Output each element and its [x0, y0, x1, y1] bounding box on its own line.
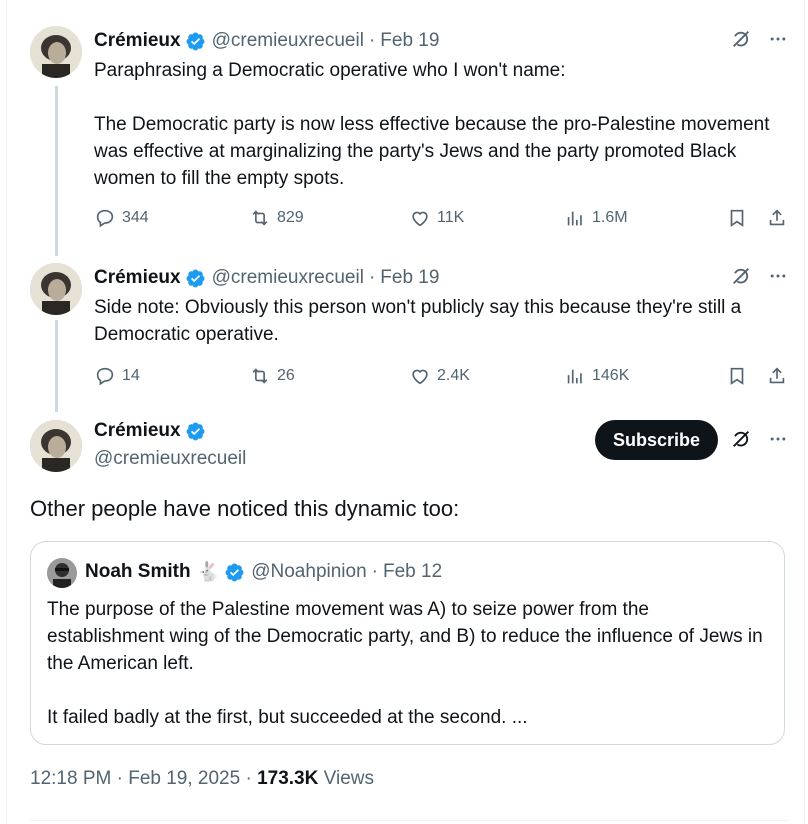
reply-count: 14: [122, 367, 140, 384]
rabbit-emoji: 🐇: [196, 562, 221, 583]
grok-icon[interactable]: [730, 265, 752, 287]
like-count: 11K: [437, 209, 465, 226]
tweet-meta: 12:18 PM · Feb 19, 2025 · 173.3K Views: [30, 768, 374, 790]
author-name[interactable]: Crémieux: [94, 30, 181, 52]
views-icon: [567, 369, 582, 384]
repost-icon: [252, 210, 268, 226]
repost-count: 829: [277, 209, 304, 226]
author-name-row: Crémieux: [94, 420, 212, 442]
author-name[interactable]: Crémieux: [94, 267, 181, 289]
thread-tweet-1[interactable]: Crémieux @cremieuxrecueil · Feb 19 Parap…: [30, 26, 788, 236]
verified-badge-icon: [186, 422, 205, 440]
tweet-header: Crémieux @cremieuxrecueil · Feb 19: [94, 265, 788, 291]
views-label: Views: [323, 768, 374, 789]
repost-count: 26: [277, 367, 295, 384]
verified-badge-icon: [225, 563, 244, 581]
more-icon[interactable]: [768, 29, 788, 49]
tweet-paragraph: Side note: Obviously this person won't p…: [94, 297, 742, 345]
reply-button[interactable]: 14: [94, 362, 140, 390]
avatar[interactable]: [30, 26, 82, 78]
reply-icon: [96, 367, 114, 386]
author-handle[interactable]: @cremieuxrecueil: [212, 30, 364, 52]
tweet-paragraph: The purpose of the Palestine movement wa…: [47, 599, 763, 674]
views-count: 1.6M: [592, 209, 628, 226]
views-icon: [567, 211, 582, 226]
verified-badge-icon: [186, 32, 205, 50]
repost-icon: [252, 368, 268, 384]
bookmark-icon: [730, 209, 744, 227]
like-count: 2.4K: [437, 367, 470, 384]
tweet-date: Feb 12: [382, 561, 443, 582]
more-icon[interactable]: [768, 266, 788, 286]
reply-button[interactable]: 344: [94, 204, 149, 232]
separator-dot: ·: [368, 267, 376, 288]
avatar[interactable]: [30, 263, 82, 315]
repost-button[interactable]: 26: [249, 362, 295, 390]
views-total: 173.3K: [257, 768, 319, 789]
quoted-tweet-text: The purpose of the Palestine movement wa…: [47, 596, 768, 731]
grok-icon[interactable]: [730, 28, 752, 50]
divider: [30, 820, 788, 821]
main-tweet-text: Other people have noticed this dynamic t…: [30, 496, 460, 521]
reply-icon: [96, 209, 114, 228]
avatar[interactable]: [30, 420, 82, 472]
share-icon: [769, 209, 785, 226]
views-button[interactable]: 146K: [564, 362, 629, 390]
main-tweet-header: Crémieux @cremieuxrecueil Subscribe: [30, 420, 788, 480]
author-name: Noah Smith: [85, 561, 191, 582]
like-icon: [412, 369, 428, 385]
avatar: [47, 558, 77, 588]
reply-count: 344: [122, 209, 149, 226]
like-button[interactable]: 2.4K: [409, 362, 470, 390]
tweet-paragraph: It failed badly at the first, but succee…: [47, 707, 528, 728]
share-button[interactable]: [766, 362, 788, 390]
share-button[interactable]: [766, 204, 788, 232]
tweet-header: Crémieux @cremieuxrecueil · Feb 19: [94, 28, 788, 54]
tweet-timestamp[interactable]: 12:18 PM · Feb 19, 2025 ·: [30, 768, 252, 789]
subscribe-button[interactable]: Subscribe: [594, 420, 718, 460]
thread-tweet-2[interactable]: Crémieux @cremieuxrecueil · Feb 19 Side …: [30, 263, 788, 395]
views-button[interactable]: 1.6M: [564, 204, 628, 232]
share-icon: [769, 367, 785, 384]
like-icon: [412, 211, 428, 227]
tweet-text: Side note: Obviously this person won't p…: [94, 294, 778, 348]
tweet-date[interactable]: Feb 19: [380, 267, 439, 289]
frame-border-right: [804, 0, 805, 824]
bookmark-icon: [730, 367, 744, 385]
grok-icon[interactable]: [730, 428, 752, 450]
more-icon[interactable]: [768, 429, 788, 449]
repost-button[interactable]: 829: [249, 204, 304, 232]
author-handle[interactable]: @cremieuxrecueil: [94, 448, 246, 470]
bookmark-button[interactable]: [726, 362, 748, 390]
author-handle[interactable]: @cremieuxrecueil: [212, 267, 364, 289]
tweet-date[interactable]: Feb 19: [380, 30, 439, 52]
verified-badge-icon: [186, 269, 205, 287]
tweet-actions: 344 829 11K 1.6M: [94, 204, 788, 232]
quoted-tweet[interactable]: Noah Smith 🐇 @Noahpinion · Feb 12 The pu…: [30, 541, 785, 745]
quoted-tweet-header: Noah Smith 🐇 @Noahpinion · Feb 12: [85, 560, 442, 584]
separator-dot: ·: [368, 30, 376, 51]
frame-border-left: [6, 0, 7, 824]
tweet-actions: 14 26 2.4K 146K: [94, 362, 788, 390]
like-button[interactable]: 11K: [409, 204, 464, 232]
views-count: 146K: [592, 367, 630, 384]
tweet-paragraph: The Democratic party is now less effecti…: [94, 114, 770, 189]
author-name[interactable]: Crémieux: [94, 420, 181, 442]
tweet-text: Paraphrasing a Democratic operative who …: [94, 57, 778, 192]
bookmark-button[interactable]: [726, 204, 748, 232]
separator-dot: ·: [371, 561, 378, 582]
tweet-paragraph: Paraphrasing a Democratic operative who …: [94, 60, 566, 81]
author-handle: @Noahpinion: [251, 561, 367, 582]
